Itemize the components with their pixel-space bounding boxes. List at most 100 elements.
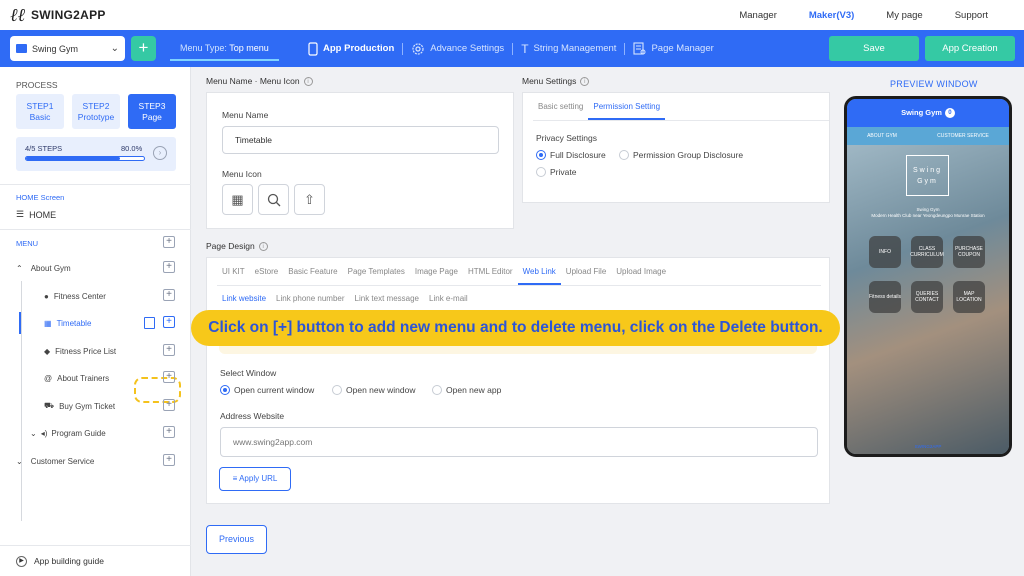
tab-ui-kit[interactable]: UI KIT bbox=[217, 258, 250, 285]
menu-item-fitness-price-list[interactable]: ◆ Fitness Price List + bbox=[0, 341, 191, 361]
preview-btn-queries[interactable]: QUERIES CONTACT bbox=[911, 281, 943, 313]
preview-btn-purchase[interactable]: PURCHASE COUPON bbox=[953, 236, 985, 268]
menu-header-row: + bbox=[0, 233, 191, 253]
next-step-icon[interactable]: › bbox=[153, 146, 167, 160]
upload-icon[interactable]: ⇧ bbox=[294, 184, 325, 215]
tab-advance-settings-label: Advance Settings bbox=[430, 43, 505, 54]
radio-open-new-app[interactable]: Open new app bbox=[432, 385, 501, 395]
brand-logo[interactable]: ℓℓ SWING2APP bbox=[10, 5, 106, 26]
tab-upload-file[interactable]: Upload File bbox=[561, 258, 611, 285]
home-item[interactable]: ☰ HOME bbox=[16, 209, 56, 220]
subtab-link-email[interactable]: Link e-mail bbox=[424, 285, 473, 312]
menu-item-about-trainers[interactable]: @ About Trainers + bbox=[0, 368, 191, 388]
tab-web-link[interactable]: Web Link bbox=[517, 258, 561, 285]
preview-btn-class[interactable]: CLASS CURRICULUM bbox=[910, 236, 944, 268]
preview-app-title: Swing Gym bbox=[901, 108, 942, 117]
subtab-link-website[interactable]: Link website bbox=[217, 285, 272, 312]
info-icon[interactable]: i bbox=[258, 242, 268, 252]
tab-basic-setting[interactable]: Basic setting bbox=[533, 93, 588, 120]
app-building-guide[interactable]: ▶ App building guide bbox=[0, 545, 191, 576]
add-submenu-icon[interactable]: + bbox=[163, 344, 175, 356]
menu-name-input[interactable]: Timetable bbox=[222, 126, 499, 154]
tab-upload-image[interactable]: Upload Image bbox=[611, 258, 671, 285]
radio-open-current-window[interactable]: Open current window bbox=[220, 385, 314, 395]
add-submenu-icon[interactable]: + bbox=[163, 371, 175, 383]
preview-btn-fitness[interactable]: Fitness details bbox=[869, 281, 901, 313]
app-creation-button[interactable]: App Creation bbox=[925, 36, 1015, 61]
add-submenu-icon[interactable]: + bbox=[163, 289, 175, 301]
menu-type-value: Top menu bbox=[229, 43, 269, 53]
preview-nav-customer[interactable]: CUSTOMER SERVICE bbox=[937, 133, 989, 139]
tab-estore[interactable]: eStore bbox=[250, 258, 284, 285]
radio-private[interactable]: Private bbox=[536, 167, 576, 177]
tab-app-production-label: App Production bbox=[323, 43, 395, 54]
tab-app-production[interactable]: App Production bbox=[300, 41, 402, 56]
apply-url-button[interactable]: ≡ Apply URL bbox=[219, 467, 291, 491]
nav-maker[interactable]: Maker(V3) bbox=[809, 10, 854, 21]
subtab-link-phone[interactable]: Link phone number bbox=[271, 285, 350, 312]
step-page[interactable]: STEP3 Page bbox=[128, 94, 176, 129]
page-design-panel: UI KIT eStore Basic Feature Page Templat… bbox=[206, 257, 830, 504]
search-icon[interactable] bbox=[258, 184, 289, 215]
menu-item-label: Buy Gym Ticket bbox=[59, 401, 116, 411]
tab-string-management[interactable]: T String Management bbox=[513, 42, 624, 56]
step-prototype[interactable]: STEP2 Prototype bbox=[72, 94, 120, 129]
tab-basic-feature[interactable]: Basic Feature bbox=[283, 258, 342, 285]
add-submenu-icon[interactable]: + bbox=[163, 399, 175, 411]
menu-item-about-gym[interactable]: ⌃ About Gym + bbox=[0, 258, 191, 278]
menu-item-customer-service[interactable]: ⌄ Customer Service + bbox=[0, 451, 191, 471]
radio-dot bbox=[619, 150, 629, 160]
menu-name-label: Menu Name bbox=[222, 110, 269, 120]
progress-box: 4/5 STEPS 80.0% › bbox=[16, 137, 176, 171]
radio-label: Private bbox=[550, 167, 577, 177]
preview-btn-info[interactable]: INFO bbox=[869, 236, 901, 268]
menu-item-fitness-center[interactable]: ● Fitness Center + bbox=[0, 286, 191, 306]
add-app-button[interactable]: + bbox=[131, 36, 156, 61]
preview-footer: SWING2APP bbox=[914, 444, 942, 449]
step-name: Basic bbox=[29, 112, 51, 122]
subtab-link-text-message[interactable]: Link text message bbox=[350, 285, 424, 312]
tab-page-templates[interactable]: Page Templates bbox=[343, 258, 410, 285]
radio-label: Open new window bbox=[346, 385, 416, 395]
tab-advance-settings[interactable]: Advance Settings bbox=[403, 42, 512, 56]
menu-settings-title: Menu Settings i bbox=[522, 76, 590, 87]
preview-btn-map[interactable]: MAP LOCATION bbox=[953, 281, 985, 313]
page-list-icon bbox=[633, 42, 646, 55]
calendar-icon[interactable]: ▦ bbox=[222, 184, 253, 215]
menu-item-label: Customer Service bbox=[30, 456, 95, 466]
info-icon[interactable]: i bbox=[580, 77, 590, 87]
play-icon: ▶ bbox=[16, 555, 27, 567]
menu-item-program-guide[interactable]: ⌄ ◂) Program Guide + bbox=[0, 423, 191, 443]
previous-button[interactable]: Previous bbox=[206, 525, 267, 554]
info-icon[interactable]: i bbox=[303, 77, 313, 87]
add-submenu-icon[interactable]: + bbox=[163, 261, 175, 273]
add-menu-icon[interactable]: + bbox=[163, 236, 175, 248]
select-window-label: Select Window bbox=[220, 368, 277, 378]
nav-my-page[interactable]: My page bbox=[886, 10, 922, 21]
tab-html-editor[interactable]: HTML Editor bbox=[463, 258, 518, 285]
save-button[interactable]: Save bbox=[829, 36, 919, 61]
progress-percent: 80.0% bbox=[121, 144, 143, 153]
delete-icon[interactable] bbox=[144, 317, 155, 329]
tab-page-manager[interactable]: Page Manager bbox=[625, 42, 721, 55]
radio-open-new-window[interactable]: Open new window bbox=[332, 385, 415, 395]
add-submenu-icon[interactable]: + bbox=[163, 316, 175, 328]
menu-item-buy-gym-ticket[interactable]: ⛟ Buy Gym Ticket + bbox=[0, 396, 191, 416]
tab-permission-setting[interactable]: Permission Setting bbox=[588, 93, 666, 120]
menu-item-timetable[interactable]: ▦ Timetable + bbox=[0, 313, 191, 333]
radio-permission-group[interactable]: Permission Group Disclosure bbox=[619, 150, 743, 160]
menu-type[interactable]: Menu Type: Top menu bbox=[170, 36, 279, 61]
radio-full-disclosure[interactable]: Full Disclosure bbox=[536, 150, 606, 160]
address-website-input[interactable] bbox=[220, 427, 818, 457]
add-submenu-icon[interactable]: + bbox=[163, 454, 175, 466]
progress-label: 4/5 STEPS bbox=[25, 144, 63, 153]
step-basic[interactable]: STEP1 Basic bbox=[16, 94, 64, 129]
preview-nav-about[interactable]: ABOUT GYM bbox=[867, 133, 897, 139]
tab-image-page[interactable]: Image Page bbox=[410, 258, 463, 285]
app-selector[interactable]: Swing Gym ⌄ bbox=[10, 36, 125, 61]
settings-tabs: Basic setting Permission Setting bbox=[533, 93, 829, 121]
nav-support[interactable]: Support bbox=[955, 10, 988, 21]
add-submenu-icon[interactable]: + bbox=[163, 426, 175, 438]
nav-manager[interactable]: Manager bbox=[739, 10, 777, 21]
page-design-title: Page Design i bbox=[206, 241, 268, 252]
